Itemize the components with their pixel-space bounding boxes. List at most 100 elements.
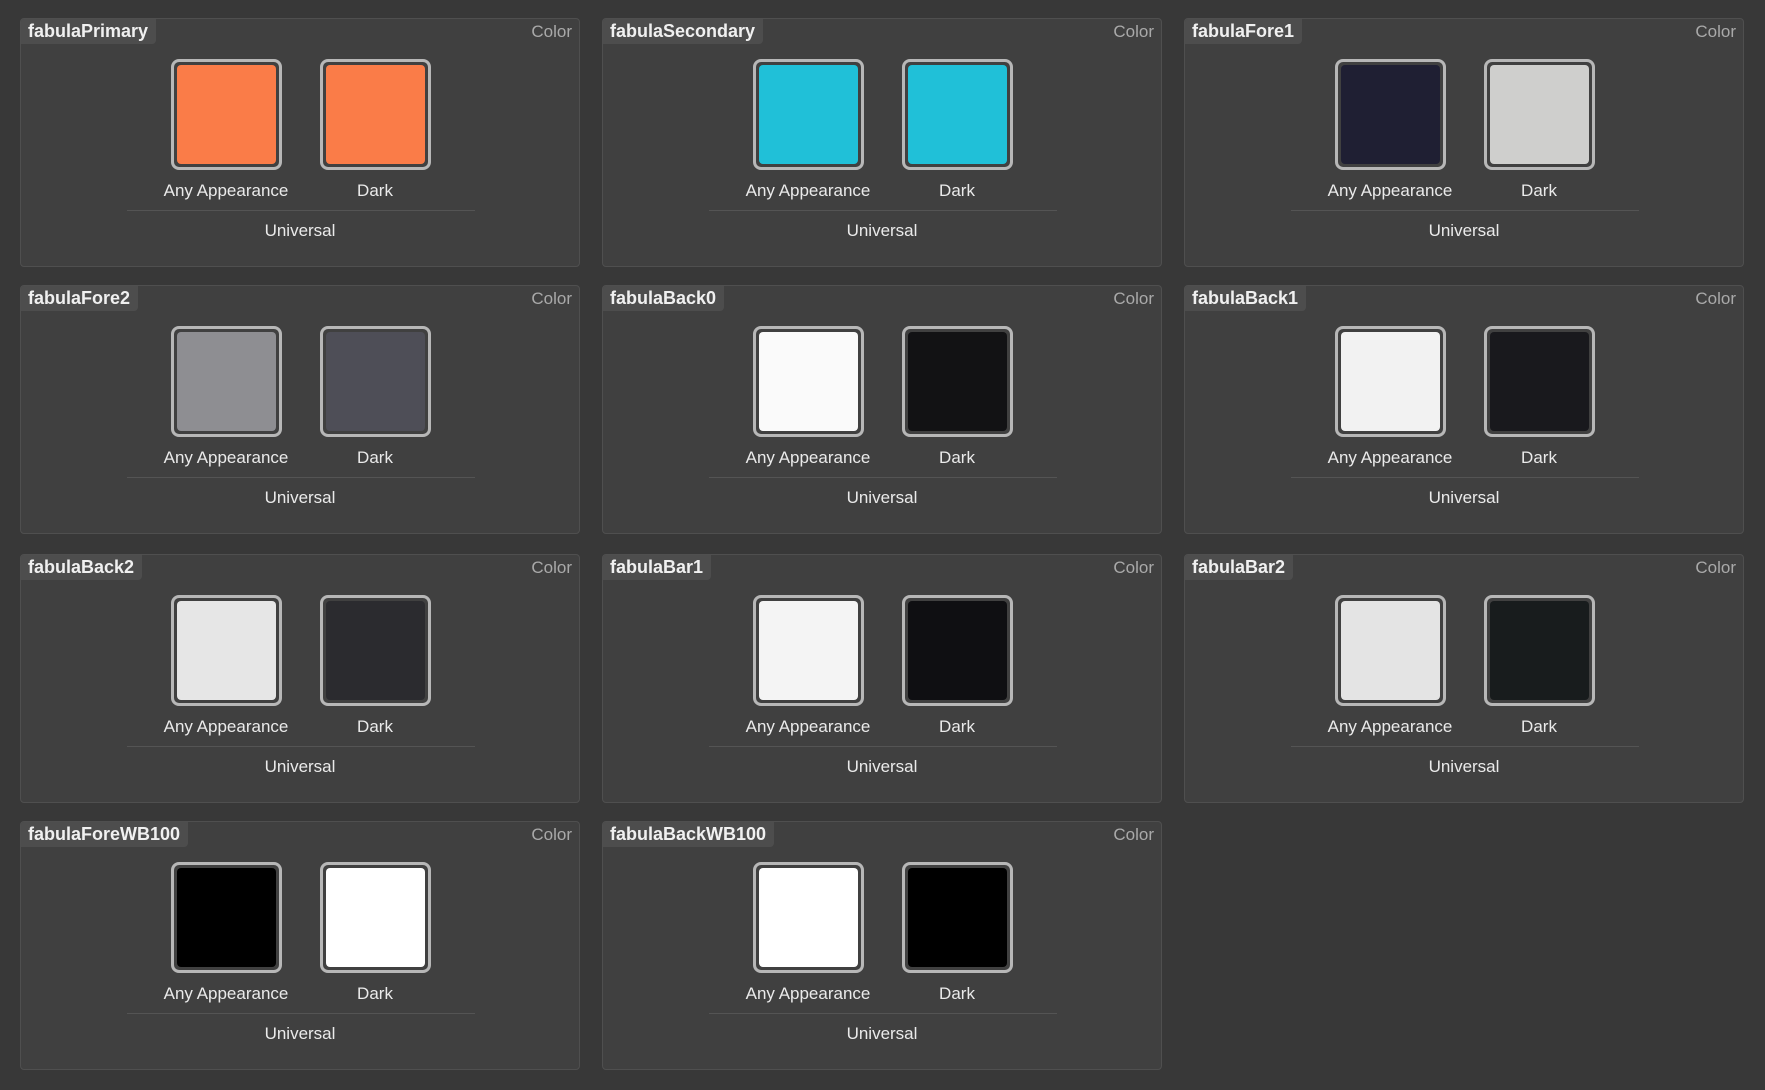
color-set-panel-fabulaBar1[interactable]: fabulaBar1 Color Any Appearance Dark Uni…: [602, 554, 1162, 803]
any-appearance-color-fill: [177, 65, 276, 164]
any-appearance-color-fill: [1341, 332, 1440, 431]
any-appearance-color-fill: [759, 65, 858, 164]
asset-type-label: Color: [531, 558, 572, 577]
dark-appearance-swatch[interactable]: [902, 326, 1013, 437]
any-appearance-swatch[interactable]: [1335, 595, 1446, 706]
color-set-name[interactable]: fabulaPrimary: [21, 19, 157, 44]
asset-type-label: Color: [1695, 22, 1736, 41]
any-appearance-swatch[interactable]: [753, 595, 864, 706]
any-appearance-swatch[interactable]: [1335, 326, 1446, 437]
any-appearance-swatch[interactable]: [1335, 59, 1446, 170]
idiom-divider: [709, 477, 1057, 478]
idiom-label: Universal: [264, 1024, 336, 1043]
asset-catalog-color-grid: fabulaPrimary Color Any Appearance Dark …: [0, 0, 1765, 1090]
color-set-panel-fabulaBack2[interactable]: fabulaBack2 Color Any Appearance Dark Un…: [20, 554, 580, 803]
color-set-panel-fabulaBar2[interactable]: fabulaBar2 Color Any Appearance Dark Uni…: [1184, 554, 1744, 803]
asset-type-label: Color: [1113, 22, 1154, 41]
color-set-name[interactable]: fabulaBar1: [603, 555, 712, 580]
idiom-label: Universal: [264, 488, 336, 507]
idiom-divider: [709, 1013, 1057, 1014]
dark-appearance-label: Dark: [357, 984, 393, 1003]
color-set-name[interactable]: fabulaFore1: [1185, 19, 1303, 44]
asset-type-label: Color: [1695, 558, 1736, 577]
dark-appearance-swatch[interactable]: [320, 862, 431, 973]
asset-type-label: Color: [531, 22, 572, 41]
any-appearance-swatch[interactable]: [171, 595, 282, 706]
dark-appearance-label: Dark: [939, 181, 975, 200]
color-set-panel-fabulaBack0[interactable]: fabulaBack0 Color Any Appearance Dark Un…: [602, 285, 1162, 534]
any-appearance-swatch[interactable]: [171, 59, 282, 170]
dark-appearance-color-fill: [326, 868, 425, 967]
dark-appearance-swatch[interactable]: [902, 862, 1013, 973]
any-appearance-color-fill: [1341, 601, 1440, 700]
dark-appearance-swatch[interactable]: [1484, 59, 1595, 170]
dark-appearance-swatch[interactable]: [320, 595, 431, 706]
idiom-divider: [127, 1013, 475, 1014]
idiom-divider: [709, 210, 1057, 211]
asset-type-label: Color: [531, 289, 572, 308]
color-set-panel-fabulaSecondary[interactable]: fabulaSecondary Color Any Appearance Dar…: [602, 18, 1162, 267]
idiom-label: Universal: [846, 488, 918, 507]
color-set-name[interactable]: fabulaBack0: [603, 286, 725, 311]
dark-appearance-color-fill: [908, 65, 1007, 164]
dark-appearance-swatch[interactable]: [902, 59, 1013, 170]
asset-type-label: Color: [1695, 289, 1736, 308]
color-set-name[interactable]: fabulaBack1: [1185, 286, 1307, 311]
idiom-label: Universal: [264, 757, 336, 776]
idiom-divider: [1291, 746, 1639, 747]
any-appearance-swatch[interactable]: [753, 862, 864, 973]
idiom-label: Universal: [1428, 488, 1500, 507]
idiom-divider: [127, 210, 475, 211]
any-appearance-swatch[interactable]: [171, 862, 282, 973]
color-set-name[interactable]: fabulaSecondary: [603, 19, 764, 44]
idiom-label: Universal: [1428, 221, 1500, 240]
idiom-label: Universal: [846, 757, 918, 776]
dark-appearance-swatch[interactable]: [1484, 326, 1595, 437]
color-set-name[interactable]: fabulaForeWB100: [21, 822, 189, 847]
any-appearance-color-fill: [177, 868, 276, 967]
color-set-panel-fabulaFore2[interactable]: fabulaFore2 Color Any Appearance Dark Un…: [20, 285, 580, 534]
color-set-name[interactable]: fabulaBar2: [1185, 555, 1294, 580]
color-set-panel-fabulaBack1[interactable]: fabulaBack1 Color Any Appearance Dark Un…: [1184, 285, 1744, 534]
idiom-divider: [709, 746, 1057, 747]
idiom-label: Universal: [846, 1024, 918, 1043]
color-set-panel-fabulaPrimary[interactable]: fabulaPrimary Color Any Appearance Dark …: [20, 18, 580, 267]
dark-appearance-swatch[interactable]: [320, 59, 431, 170]
color-set-name[interactable]: fabulaBackWB100: [603, 822, 775, 847]
any-appearance-color-fill: [177, 332, 276, 431]
idiom-label: Universal: [1428, 757, 1500, 776]
dark-appearance-swatch[interactable]: [902, 595, 1013, 706]
dark-appearance-color-fill: [1490, 65, 1589, 164]
idiom-label: Universal: [264, 221, 336, 240]
asset-type-label: Color: [531, 825, 572, 844]
dark-appearance-label: Dark: [357, 448, 393, 467]
any-appearance-color-fill: [759, 601, 858, 700]
any-appearance-swatch[interactable]: [753, 59, 864, 170]
dark-appearance-label: Dark: [357, 181, 393, 200]
dark-appearance-label: Dark: [939, 984, 975, 1003]
dark-appearance-color-fill: [326, 332, 425, 431]
any-appearance-swatch[interactable]: [171, 326, 282, 437]
dark-appearance-label: Dark: [1521, 717, 1557, 736]
color-set-panel-fabulaFore1[interactable]: fabulaFore1 Color Any Appearance Dark Un…: [1184, 18, 1744, 267]
dark-appearance-color-fill: [1490, 601, 1589, 700]
color-set-panel-fabulaBackWB100[interactable]: fabulaBackWB100 Color Any Appearance Dar…: [602, 821, 1162, 1070]
asset-type-label: Color: [1113, 825, 1154, 844]
color-set-panel-fabulaForeWB100[interactable]: fabulaForeWB100 Color Any Appearance Dar…: [20, 821, 580, 1070]
dark-appearance-swatch[interactable]: [1484, 595, 1595, 706]
color-set-name[interactable]: fabulaBack2: [21, 555, 143, 580]
dark-appearance-label: Dark: [939, 717, 975, 736]
asset-type-label: Color: [1113, 289, 1154, 308]
idiom-divider: [1291, 477, 1639, 478]
idiom-divider: [127, 477, 475, 478]
any-appearance-swatch[interactable]: [753, 326, 864, 437]
any-appearance-color-fill: [177, 601, 276, 700]
dark-appearance-color-fill: [908, 868, 1007, 967]
color-set-name[interactable]: fabulaFore2: [21, 286, 139, 311]
idiom-divider: [1291, 210, 1639, 211]
any-appearance-color-fill: [1341, 65, 1440, 164]
dark-appearance-color-fill: [326, 65, 425, 164]
dark-appearance-label: Dark: [357, 717, 393, 736]
dark-appearance-swatch[interactable]: [320, 326, 431, 437]
idiom-divider: [127, 746, 475, 747]
